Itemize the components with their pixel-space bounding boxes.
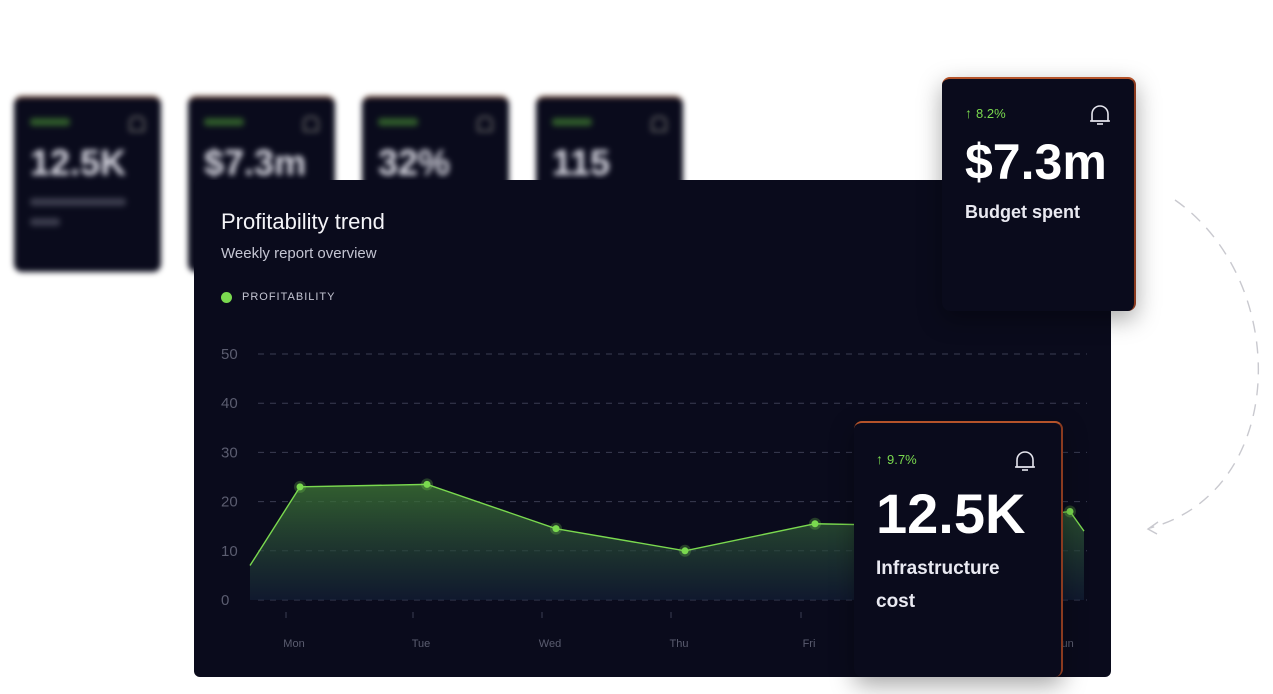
y-tick-label: 40 xyxy=(221,395,238,412)
x-tick-label: Mon xyxy=(283,638,304,650)
x-tick-label: Wed xyxy=(539,638,561,650)
y-tick-label: 20 xyxy=(221,494,238,511)
delta-badge xyxy=(378,118,418,126)
dashed-arrow-decoration xyxy=(1146,199,1260,535)
stat-value: $7.3m xyxy=(965,134,1107,190)
bell-icon xyxy=(477,116,493,132)
card-label xyxy=(30,198,126,206)
data-point xyxy=(423,480,431,488)
x-tick-label: Thu xyxy=(670,638,689,650)
data-point xyxy=(681,547,689,555)
arrow-up-icon: ↑ xyxy=(876,451,883,467)
data-point xyxy=(811,520,819,528)
delta-badge xyxy=(30,118,70,126)
infrastructure-cost-card: ↑ 9.7% 12.5K Infrastructure cost xyxy=(854,421,1063,677)
bell-icon[interactable] xyxy=(1089,103,1111,127)
bell-icon xyxy=(129,116,145,132)
legend-dot xyxy=(221,291,232,303)
chart-legend: PROFITABILITY xyxy=(221,291,335,303)
delta-value: 8.2% xyxy=(976,105,1006,121)
delta-badge: ↑ 9.7% xyxy=(876,451,917,467)
card-value: 115 xyxy=(552,142,611,183)
y-tick-label: 0 xyxy=(221,592,229,609)
arrow-up-icon: ↑ xyxy=(965,105,972,121)
background-card: 12.5K xyxy=(14,96,161,272)
chart-title: Profitability trend xyxy=(221,209,385,234)
stat-label-line: Infrastructure xyxy=(876,558,1000,579)
bell-icon xyxy=(303,116,319,132)
budget-spent-card: ↑ 8.2% $7.3m Budget spent xyxy=(942,77,1136,311)
stat-label-line: cost xyxy=(876,591,916,612)
data-point xyxy=(552,525,560,533)
data-point xyxy=(1066,507,1074,515)
stat-label: Budget spent xyxy=(965,202,1080,222)
card-value: 32% xyxy=(378,142,451,183)
chart-subtitle: Weekly report overview xyxy=(221,245,377,262)
delta-badge: ↑ 8.2% xyxy=(965,105,1006,121)
x-tick-label: Tue xyxy=(412,638,431,650)
data-point xyxy=(296,483,304,491)
delta-value: 9.7% xyxy=(887,451,917,467)
x-tick-label: Fri xyxy=(803,638,816,650)
stat-label: Infrastructure cost xyxy=(876,552,1000,618)
legend-label: PROFITABILITY xyxy=(242,291,336,303)
delta-badge xyxy=(204,118,244,126)
card-value: 12.5K xyxy=(30,142,127,183)
stat-value: 12.5K xyxy=(876,482,1026,545)
bell-icon[interactable] xyxy=(1014,449,1036,473)
delta-badge xyxy=(552,118,592,126)
y-tick-label: 10 xyxy=(221,543,238,560)
card-value: $7.3m xyxy=(204,142,307,183)
bell-icon xyxy=(651,116,667,132)
card-label xyxy=(30,218,60,226)
y-tick-label: 50 xyxy=(221,346,238,363)
y-tick-label: 30 xyxy=(221,444,238,461)
